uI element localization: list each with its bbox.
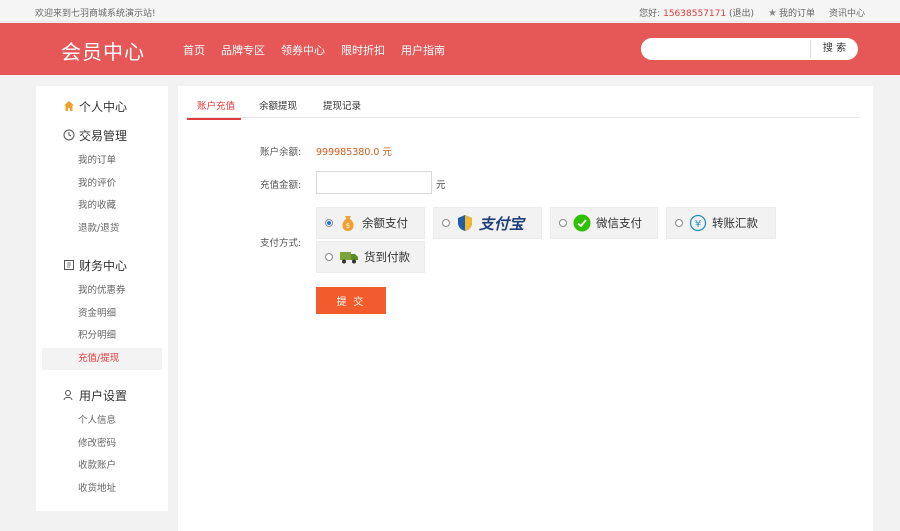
pay-option-transfer[interactable]: ¥ 转账汇款	[666, 207, 776, 239]
user-icon	[62, 389, 75, 402]
pay-option-cod[interactable]: 货到付款	[316, 241, 425, 273]
radio-transfer[interactable]	[675, 219, 683, 227]
welcome-text: 欢迎来到七羽商城系统演示站!	[35, 9, 156, 19]
user-phone[interactable]: 15638557171	[663, 9, 726, 19]
pay-option-wechat[interactable]: 微信支付	[550, 207, 658, 239]
sidebar-item-shipping-address[interactable]: 收货地址	[36, 478, 168, 501]
nav-coupon-center[interactable]: 领券中心	[281, 42, 325, 58]
sidebar-personal-center[interactable]: 个人中心	[36, 96, 168, 116]
logout-link[interactable]: (退出)	[729, 9, 754, 19]
balance-label: 账户余额:	[260, 147, 302, 158]
sidebar-item-my-favorites[interactable]: 我的收藏	[36, 195, 168, 218]
radio-wechat[interactable]	[559, 219, 567, 227]
radio-cod[interactable]	[325, 253, 333, 261]
money-bag-icon: $	[339, 214, 357, 232]
sidebar-user-title: 用户设置	[79, 388, 128, 403]
sidebar-item-payout-account[interactable]: 收款账户	[36, 455, 168, 478]
nav-home[interactable]: 首页	[183, 42, 205, 58]
tab-withdraw[interactable]: 余额提现	[259, 98, 297, 112]
radio-alipay[interactable]	[442, 219, 450, 227]
top-links: 您好: 15638557171 (退出) ★ 我的订单 资讯中心	[639, 6, 865, 19]
news-link[interactable]: 资讯中心	[829, 6, 865, 19]
tab-recharge[interactable]: 账户充值	[187, 98, 242, 120]
sidebar-item-my-reviews[interactable]: 我的评价	[36, 173, 168, 196]
my-orders-link[interactable]: ★ 我的订单	[768, 6, 815, 19]
sidebar-user-group: 用户设置 个人信息 修改密码 收款账户 收货地址	[36, 385, 168, 500]
amount-label: 充值金额:	[260, 180, 302, 191]
sidebar: 个人中心 交易管理 我的订单 我的评价 我的收藏 退款/退货 财务中心 我的优惠…	[36, 86, 168, 511]
svg-text:¥: ¥	[695, 219, 701, 230]
pay-transfer-label: 转账汇款	[712, 216, 758, 230]
nav-brand-zone[interactable]: 品牌专区	[221, 42, 265, 58]
sidebar-item-my-orders[interactable]: 我的订单	[36, 150, 168, 173]
svg-text:$: $	[346, 222, 350, 230]
search-button[interactable]: 搜 索	[810, 40, 858, 58]
shield-icon	[456, 214, 474, 232]
top-bar: 欢迎来到七羽商城系统演示站! 您好: 15638557171 (退出) ★ 我的订…	[0, 0, 900, 22]
pay-cod-label: 货到付款	[364, 250, 410, 264]
tab-withdraw-records[interactable]: 提现记录	[323, 98, 361, 112]
pay-alipay-label: 支付宝	[479, 214, 525, 233]
main-panel: 账户充值 余额提现 提现记录 账户余额: 999985380.0 元 充值金额:…	[178, 86, 873, 531]
search-input[interactable]	[641, 38, 809, 60]
tab-bar: 账户充值 余额提现 提现记录	[187, 96, 860, 120]
sidebar-finance-title: 财务中心	[79, 258, 128, 273]
site-header: 会员中心 首页 品牌专区 领券中心 限时折扣 用户指南 搜 索	[0, 23, 900, 75]
truck-icon	[339, 248, 359, 266]
sidebar-item-my-coupons[interactable]: 我的优惠券	[36, 280, 168, 303]
sidebar-personal-center-label: 个人中心	[79, 99, 128, 114]
balance-value: 999985380.0 元	[316, 147, 392, 158]
amount-input[interactable]	[316, 171, 432, 194]
wallet-icon	[62, 259, 75, 272]
pay-method-label: 支付方式:	[260, 238, 302, 249]
radio-balance[interactable]	[325, 219, 333, 227]
sidebar-item-personal-info[interactable]: 个人信息	[36, 410, 168, 433]
star-icon: ★	[768, 8, 777, 19]
wechat-icon	[573, 214, 591, 232]
home-icon	[62, 100, 75, 113]
sidebar-trade-title: 交易管理	[79, 128, 128, 143]
nav-flash-sale[interactable]: 限时折扣	[341, 42, 385, 58]
clock-icon	[62, 129, 75, 142]
sidebar-trade-group: 交易管理 我的订单 我的评价 我的收藏 退款/退货	[36, 125, 168, 240]
pay-balance-label: 余额支付	[362, 216, 408, 230]
sidebar-finance-group: 财务中心 我的优惠券 资金明细 积分明细 充值/提现	[36, 255, 168, 370]
main-nav: 首页 品牌专区 领券中心 限时折扣 用户指南	[183, 42, 445, 58]
sidebar-item-change-password[interactable]: 修改密码	[36, 433, 168, 456]
sidebar-item-recharge-withdraw[interactable]: 充值/提现	[42, 347, 162, 370]
amount-unit: 元	[436, 180, 446, 191]
yuan-transfer-icon: ¥	[689, 214, 707, 232]
sidebar-item-refunds[interactable]: 退款/退货	[36, 218, 168, 241]
submit-button[interactable]: 提 交	[316, 287, 386, 314]
pay-option-alipay[interactable]: 支付宝	[433, 207, 542, 239]
member-center-logo[interactable]: 会员中心	[61, 36, 145, 65]
search-box: 搜 索	[641, 38, 858, 60]
user-greeting: 您好: 15638557171 (退出)	[639, 9, 754, 19]
pay-wechat-label: 微信支付	[596, 216, 642, 230]
sidebar-item-points-details[interactable]: 积分明细	[36, 325, 168, 348]
sidebar-item-fund-details[interactable]: 资金明细	[36, 303, 168, 326]
nav-user-guide[interactable]: 用户指南	[401, 42, 445, 58]
pay-option-balance[interactable]: $ 余额支付	[316, 207, 425, 239]
